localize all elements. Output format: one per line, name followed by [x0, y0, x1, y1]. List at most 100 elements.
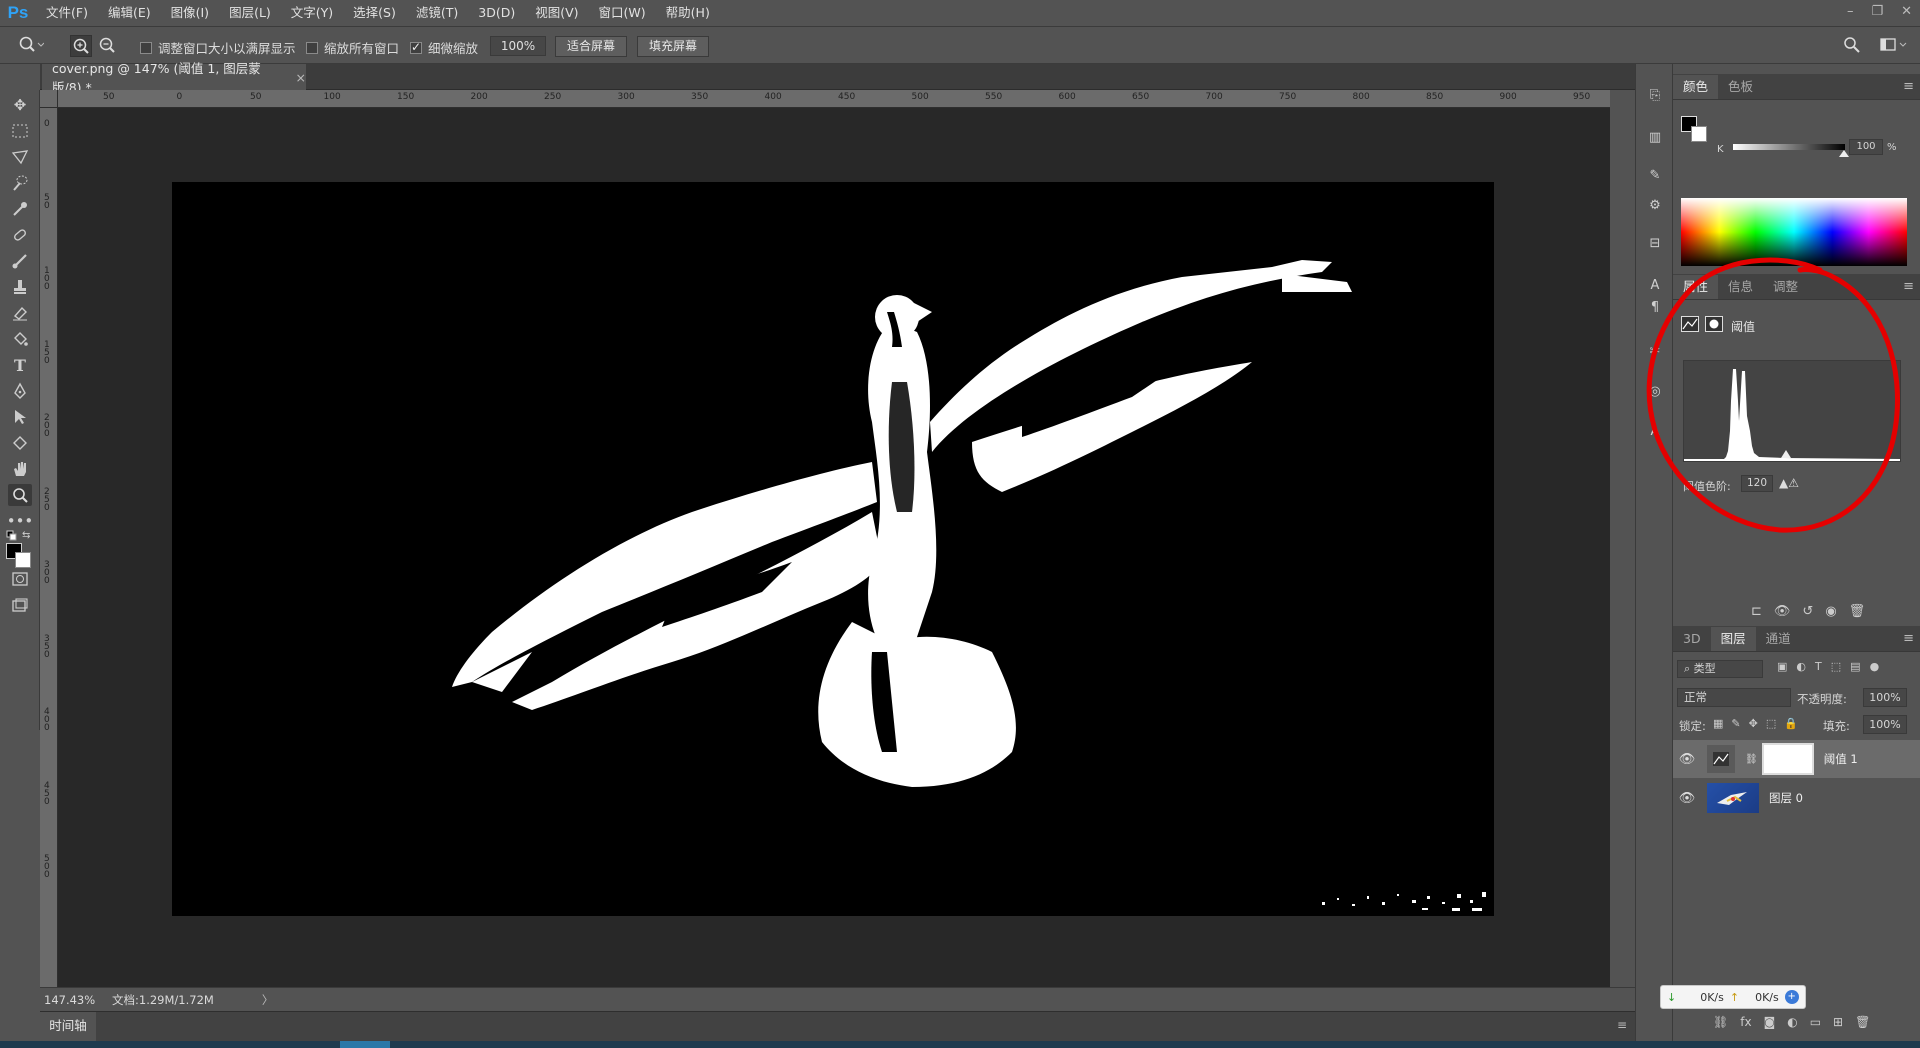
new-group-icon[interactable]: ▭ — [1810, 1015, 1821, 1029]
filter-toggle-icon[interactable]: ● — [1870, 660, 1880, 673]
menu-3d[interactable]: 3D(D) — [468, 0, 525, 26]
timeline-menu-icon[interactable]: ≡ — [1617, 1018, 1627, 1032]
tab-swatches[interactable]: 色板 — [1718, 75, 1763, 99]
taskbar-active-app[interactable] — [340, 1041, 390, 1048]
swap-colors-icon[interactable]: ⇆ — [22, 530, 30, 541]
k-slider-handle[interactable] — [1839, 150, 1849, 157]
view-previous-state-icon[interactable]: 👁 — [1774, 604, 1791, 619]
panel-menu-icon[interactable]: ≡ — [1903, 631, 1914, 646]
eyedropper-tool-icon[interactable] — [8, 198, 32, 220]
tab-channels[interactable]: 通道 — [1756, 627, 1801, 651]
restore-button[interactable]: ❐ — [1871, 0, 1883, 24]
lasso-tool-icon[interactable] — [8, 146, 32, 168]
layer-style-icon[interactable]: fx — [1740, 1015, 1751, 1029]
accelerate-icon[interactable]: + — [1784, 990, 1799, 1004]
tab-layers[interactable]: 图层 — [1710, 627, 1756, 651]
menu-help[interactable]: 帮助(H) — [656, 0, 720, 26]
lock-image-icon[interactable]: ✎ — [1731, 717, 1740, 730]
filter-smart-object-icon[interactable]: ▤ — [1850, 660, 1860, 673]
history-panel-icon[interactable]: ⎘ — [1644, 84, 1666, 106]
document-canvas-image[interactable] — [172, 182, 1494, 916]
history-brush-tool-icon[interactable] — [8, 302, 32, 324]
brush-tool-icon[interactable] — [8, 250, 32, 272]
ruler-origin[interactable] — [40, 90, 58, 108]
screen-mode-icon[interactable] — [8, 594, 32, 616]
color-background-swatch[interactable] — [1691, 126, 1707, 142]
histogram-panel-icon[interactable]: ▥ — [1644, 126, 1666, 148]
layer-name[interactable]: 图层 0 — [1769, 790, 1803, 806]
toggle-visibility-icon[interactable]: ◉ — [1825, 604, 1836, 619]
paint-bucket-tool-icon[interactable] — [8, 328, 32, 350]
move-tool-icon[interactable]: ✥ — [8, 94, 32, 116]
fit-screen-button[interactable]: 适合屏幕 — [555, 36, 627, 57]
layer-row[interactable]: 👁 图层 0 — [1673, 779, 1920, 817]
shape-tool-icon[interactable] — [8, 432, 32, 454]
menu-filter[interactable]: 滤镜(T) — [406, 0, 468, 26]
delete-adjustment-icon[interactable]: 🗑 — [1849, 604, 1866, 619]
zoom-tool-preset-icon[interactable] — [18, 35, 45, 59]
blend-mode-select[interactable]: 正常 — [1677, 688, 1791, 707]
hand-tool-icon[interactable] — [8, 458, 32, 480]
menu-file[interactable]: 文件(F) — [36, 0, 98, 26]
eye-icon[interactable]: 👁 — [1673, 752, 1701, 767]
network-speed-widget[interactable]: ↓ 0K/s ↑ 0K/s + — [1660, 985, 1806, 1009]
menu-type[interactable]: 文字(Y) — [281, 0, 343, 26]
filter-type-icon[interactable]: T — [1815, 660, 1822, 673]
resize-windows-checkbox[interactable]: 调整窗口大小以满屏显示 — [140, 38, 296, 57]
lock-all-icon[interactable]: 🔒 — [1784, 717, 1798, 730]
lock-transparent-icon[interactable]: ▦ — [1713, 717, 1723, 730]
quick-selection-tool-icon[interactable] — [8, 172, 32, 194]
status-menu-arrow[interactable]: 〉 — [262, 992, 274, 1008]
zoom-level-readout[interactable]: 147.43% — [44, 993, 100, 1007]
lock-artboard-icon[interactable]: ⬚ — [1766, 717, 1776, 730]
healing-brush-tool-icon[interactable] — [8, 224, 32, 246]
layer-mask-thumbnail[interactable] — [1761, 743, 1814, 775]
adjustments-icon[interactable]: ⚙ — [1644, 194, 1666, 216]
clip-to-layer-icon[interactable]: ⊏ — [1751, 604, 1762, 619]
zoom-out-icon[interactable] — [97, 35, 119, 57]
link-layers-icon[interactable]: ⛓ — [1713, 1015, 1728, 1029]
marquee-tool-icon[interactable] — [8, 120, 32, 142]
quick-mask-icon[interactable] — [8, 568, 32, 590]
panel-menu-icon[interactable]: ≡ — [1903, 79, 1914, 94]
lock-position-icon[interactable]: ✥ — [1749, 717, 1758, 730]
more-tools-icon[interactable]: ••• — [7, 510, 34, 532]
new-layer-icon[interactable]: ⊞ — [1833, 1015, 1843, 1029]
zoom-in-icon[interactable] — [70, 35, 92, 57]
fill-field[interactable]: 100% — [1863, 715, 1907, 734]
clone-stamp-tool-icon[interactable] — [8, 276, 32, 298]
eye-icon[interactable]: 👁 — [1673, 791, 1701, 806]
brush-settings-icon[interactable]: ✎ — [1644, 164, 1666, 186]
document-tab[interactable]: cover.png @ 147% (阈值 1, 图层蒙版/8) * × — [42, 61, 306, 95]
filter-pixel-icon[interactable]: ▣ — [1777, 660, 1787, 673]
close-button[interactable]: ✕ — [1901, 0, 1912, 24]
chain-link-icon[interactable]: ⛓ — [1745, 754, 1758, 765]
menu-window[interactable]: 窗口(W) — [589, 0, 656, 26]
reset-adjustment-icon[interactable]: ↺ — [1802, 604, 1813, 619]
layer-row[interactable]: 👁 ⛓ 阈值 1 — [1673, 740, 1920, 778]
timeline-tab[interactable]: 时间轴 — [40, 1012, 96, 1041]
zoom-value-field[interactable]: 100% — [490, 36, 546, 56]
workspace-switcher-icon[interactable] — [1880, 37, 1910, 56]
menu-image[interactable]: 图像(I) — [161, 0, 219, 26]
minimize-button[interactable]: – — [1847, 0, 1854, 24]
close-tab-icon[interactable]: × — [296, 70, 306, 85]
zoom-tool-icon[interactable] — [8, 484, 32, 506]
search-icon[interactable] — [1843, 36, 1861, 57]
scrubby-zoom-checkbox[interactable]: 细微缩放 — [410, 38, 478, 57]
menu-select[interactable]: 选择(S) — [343, 0, 406, 26]
add-mask-icon[interactable]: ◙ — [1764, 1015, 1776, 1029]
menu-layer[interactable]: 图层(L) — [219, 0, 281, 26]
filter-adjustment-icon[interactable]: ◐ — [1796, 660, 1806, 673]
zoom-all-windows-checkbox[interactable]: 缩放所有窗口 — [306, 38, 399, 57]
k-value-field[interactable]: 100 — [1849, 139, 1883, 155]
new-adjustment-layer-icon[interactable]: ◐ — [1787, 1015, 1797, 1029]
menu-view[interactable]: 视图(V) — [525, 0, 588, 26]
layer-filter-dropdown[interactable]: ⌕ 类型 — [1677, 660, 1763, 678]
pen-tool-icon[interactable] — [8, 380, 32, 402]
layer-name[interactable]: 阈值 1 — [1824, 751, 1858, 767]
menu-edit[interactable]: 编辑(E) — [98, 0, 161, 26]
background-color-swatch[interactable] — [15, 552, 31, 568]
tab-3d[interactable]: 3D — [1673, 627, 1711, 651]
fill-screen-button[interactable]: 填充屏幕 — [637, 36, 709, 57]
